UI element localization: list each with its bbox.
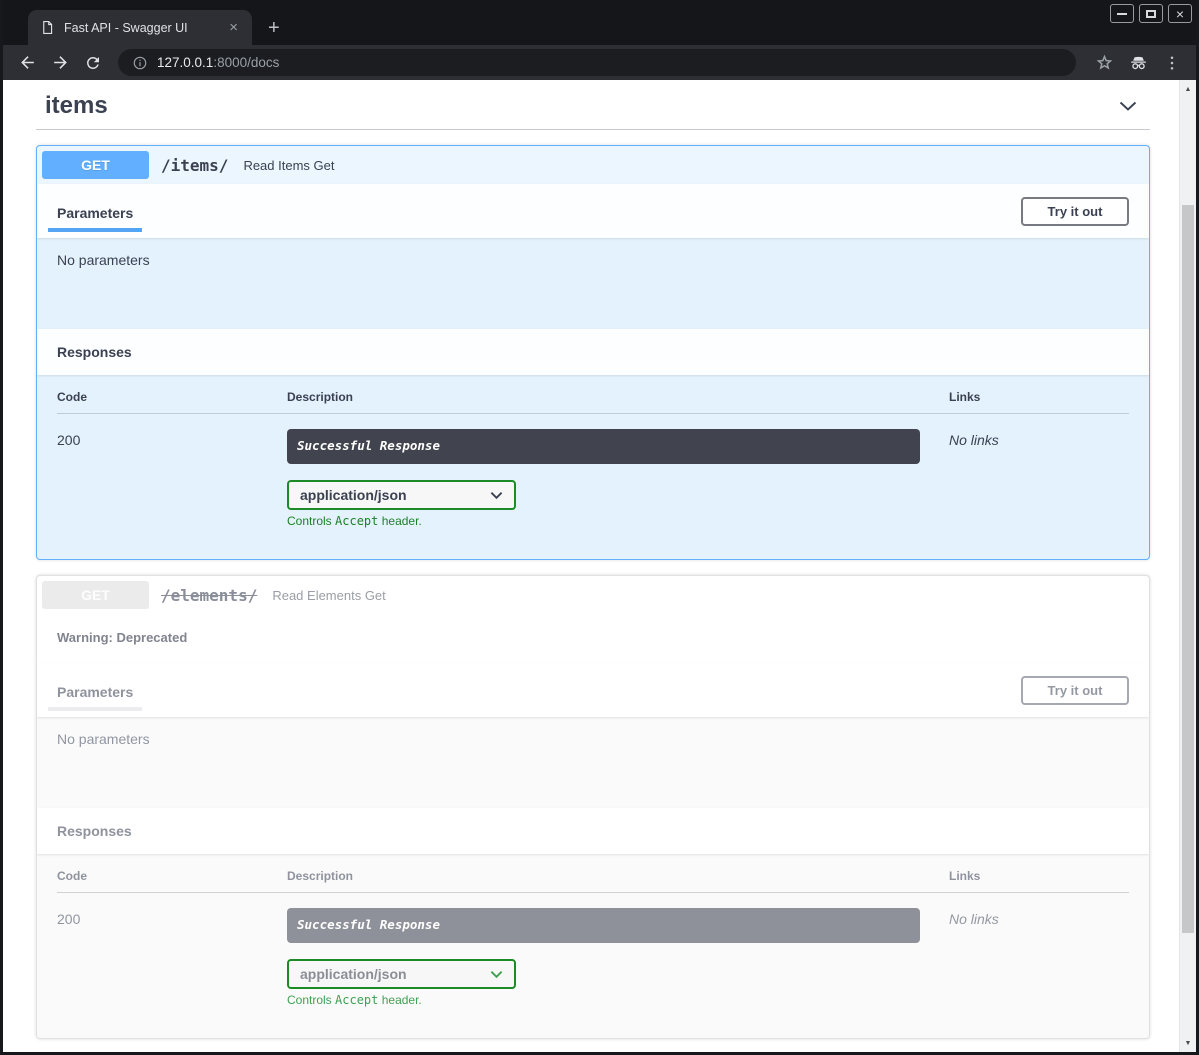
parameters-body: No parameters: [37, 717, 1149, 808]
no-parameters-text: No parameters: [57, 731, 150, 747]
column-code: Code: [57, 390, 287, 404]
tag-header-items[interactable]: items: [36, 80, 1150, 130]
minimize-button[interactable]: [1110, 4, 1134, 23]
scroll-down-arrow-icon[interactable]: ▼: [1180, 1035, 1196, 1051]
column-description: Description: [287, 390, 949, 404]
method-badge: GET: [42, 151, 149, 179]
endpoint-path: /elements/: [161, 586, 257, 605]
reload-button[interactable]: [79, 49, 107, 77]
titlebar: Fast API - Swagger UI × + ×: [3, 0, 1196, 45]
opblock-get-items: GET /items/ Read Items Get Parameters Tr…: [36, 145, 1150, 560]
vertical-scrollbar[interactable]: ▲ ▼: [1179, 80, 1196, 1052]
swagger-ui: items GET /items/ Read Items Get Paramet…: [3, 80, 1179, 1052]
column-code: Code: [57, 869, 287, 883]
maximize-button[interactable]: [1139, 4, 1163, 23]
incognito-icon: [1128, 52, 1149, 73]
response-code: 200: [57, 908, 287, 1007]
scroll-up-arrow-icon[interactable]: ▲: [1180, 81, 1196, 97]
browser-window: Fast API - Swagger UI × + × 127.0.0.1:80…: [0, 0, 1199, 1055]
url-path: :8000/docs: [213, 55, 279, 70]
back-button[interactable]: [13, 49, 41, 77]
no-links-text: No links: [949, 429, 1129, 528]
minimize-icon: [1117, 13, 1127, 15]
accept-header-note: Controls Accept header.: [287, 514, 949, 528]
endpoint-summary: Read Items Get: [243, 158, 334, 173]
responses-table-header: Code Description Links: [57, 869, 1129, 893]
media-type-value: application/json: [300, 966, 407, 982]
browser-tab[interactable]: Fast API - Swagger UI ×: [28, 10, 252, 45]
tab-parameters[interactable]: Parameters: [48, 670, 142, 711]
tag-title: items: [45, 92, 108, 120]
scrollbar-thumb[interactable]: [1182, 205, 1194, 933]
bookmark-star-button[interactable]: [1090, 49, 1118, 77]
opblock-summary[interactable]: GET /elements/ Read Elements Get: [37, 576, 1149, 614]
accept-header-note: Controls Accept header.: [287, 993, 949, 1007]
chevron-down-icon[interactable]: [1116, 94, 1140, 118]
browser-menu-button[interactable]: [1158, 49, 1186, 77]
column-description: Description: [287, 869, 949, 883]
response-description-cell: Successful Response application/json Con…: [287, 429, 949, 528]
endpoint-summary: Read Elements Get: [272, 588, 385, 603]
page-favicon-icon: [40, 20, 55, 35]
media-type-value: application/json: [300, 487, 407, 503]
select-chevron-icon: [490, 970, 503, 979]
back-arrow-icon: [18, 53, 37, 72]
tab-parameters[interactable]: Parameters: [48, 191, 142, 232]
response-code: 200: [57, 429, 287, 528]
responses-title: Responses: [57, 344, 132, 360]
no-links-text: No links: [949, 908, 1129, 1007]
kebab-menu-icon: [1163, 54, 1181, 72]
endpoint-path: /items/: [161, 156, 228, 175]
url-text: 127.0.0.1:8000/docs: [157, 55, 279, 70]
address-bar[interactable]: 127.0.0.1:8000/docs: [118, 49, 1076, 76]
close-icon: ×: [1176, 7, 1184, 21]
responses-header: Responses: [37, 808, 1149, 854]
parameters-body: No parameters: [37, 238, 1149, 329]
column-links: Links: [949, 869, 1129, 883]
try-it-out-button[interactable]: Try it out: [1021, 676, 1129, 705]
tab-close-icon[interactable]: ×: [225, 18, 242, 37]
try-it-out-button[interactable]: Try it out: [1021, 197, 1129, 226]
media-type-select[interactable]: application/json: [287, 480, 516, 510]
window-controls: ×: [1110, 4, 1192, 23]
select-chevron-icon: [490, 491, 503, 500]
parameters-header: Parameters Try it out: [37, 184, 1149, 238]
response-row-200: 200 Successful Response application/json…: [57, 414, 1129, 528]
close-button[interactable]: ×: [1168, 4, 1192, 23]
parameters-header: Parameters Try it out: [37, 663, 1149, 717]
responses-body: Code Description Links 200 Successful Re…: [37, 854, 1149, 1038]
responses-body: Code Description Links 200 Successful Re…: [37, 375, 1149, 559]
site-info-icon[interactable]: [132, 55, 148, 71]
response-description-block: Successful Response: [287, 429, 920, 464]
responses-title: Responses: [57, 823, 132, 839]
url-host: 127.0.0.1: [157, 55, 213, 70]
tab-title: Fast API - Swagger UI: [64, 21, 216, 35]
column-links: Links: [949, 390, 1129, 404]
response-row-200: 200 Successful Response application/json…: [57, 893, 1129, 1007]
incognito-indicator: [1124, 49, 1152, 77]
reload-icon: [84, 54, 102, 72]
forward-arrow-icon: [51, 53, 70, 72]
forward-button[interactable]: [46, 49, 74, 77]
deprecated-warning: Warning: Deprecated: [37, 614, 1149, 663]
media-type-select[interactable]: application/json: [287, 959, 516, 989]
opblock-get-elements-deprecated: GET /elements/ Read Elements Get Warning…: [36, 575, 1150, 1039]
opblock-summary[interactable]: GET /items/ Read Items Get: [37, 146, 1149, 184]
response-description-cell: Successful Response application/json Con…: [287, 908, 949, 1007]
responses-header: Responses: [37, 329, 1149, 375]
browser-toolbar: 127.0.0.1:8000/docs: [3, 45, 1196, 80]
new-tab-button[interactable]: +: [268, 18, 280, 38]
method-badge: GET: [42, 581, 149, 609]
page-content: items GET /items/ Read Items Get Paramet…: [3, 80, 1196, 1052]
no-parameters-text: No parameters: [57, 252, 150, 268]
responses-table-header: Code Description Links: [57, 390, 1129, 414]
response-description-block: Successful Response: [287, 908, 920, 943]
maximize-icon: [1146, 10, 1156, 18]
star-icon: [1095, 53, 1114, 72]
